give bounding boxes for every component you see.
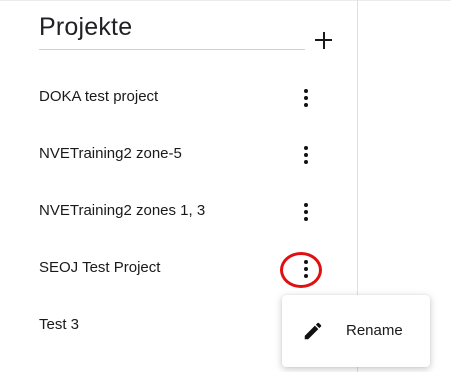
more-vert-icon [304, 89, 308, 93]
more-vert-icon [304, 146, 308, 150]
project-item-seoj-test-project[interactable]: SEOJ Test Project [0, 249, 357, 289]
project-more-button[interactable] [296, 255, 316, 283]
project-label: DOKA test project [39, 88, 159, 105]
pencil-icon [304, 322, 322, 340]
project-label: Test 3 [39, 316, 80, 333]
app-root: Projekte DOKA test project NVETraining2 … [0, 0, 451, 372]
rename-label: Rename [346, 322, 403, 339]
project-more-button[interactable] [296, 198, 316, 226]
project-more-button[interactable] [296, 141, 316, 169]
rename-menu-item[interactable]: Rename [282, 307, 430, 355]
more-vert-icon [304, 203, 308, 207]
project-item-doka[interactable]: DOKA test project [0, 78, 357, 118]
project-label: NVETraining2 zones 1, 3 [39, 202, 206, 219]
title-underline [39, 49, 305, 50]
project-item-nvetraining2-zone-5[interactable]: NVETraining2 zone-5 [0, 135, 357, 175]
project-context-menu: Rename [282, 295, 430, 367]
add-project-button[interactable] [312, 28, 336, 52]
more-vert-icon [304, 260, 308, 264]
project-label: SEOJ Test Project [39, 259, 161, 276]
project-item-nvetraining2-zones-1-3[interactable]: NVETraining2 zones 1, 3 [0, 192, 357, 232]
page-title: Projekte [39, 13, 133, 41]
project-more-button[interactable] [296, 84, 316, 112]
project-label: NVETraining2 zone-5 [39, 145, 182, 162]
